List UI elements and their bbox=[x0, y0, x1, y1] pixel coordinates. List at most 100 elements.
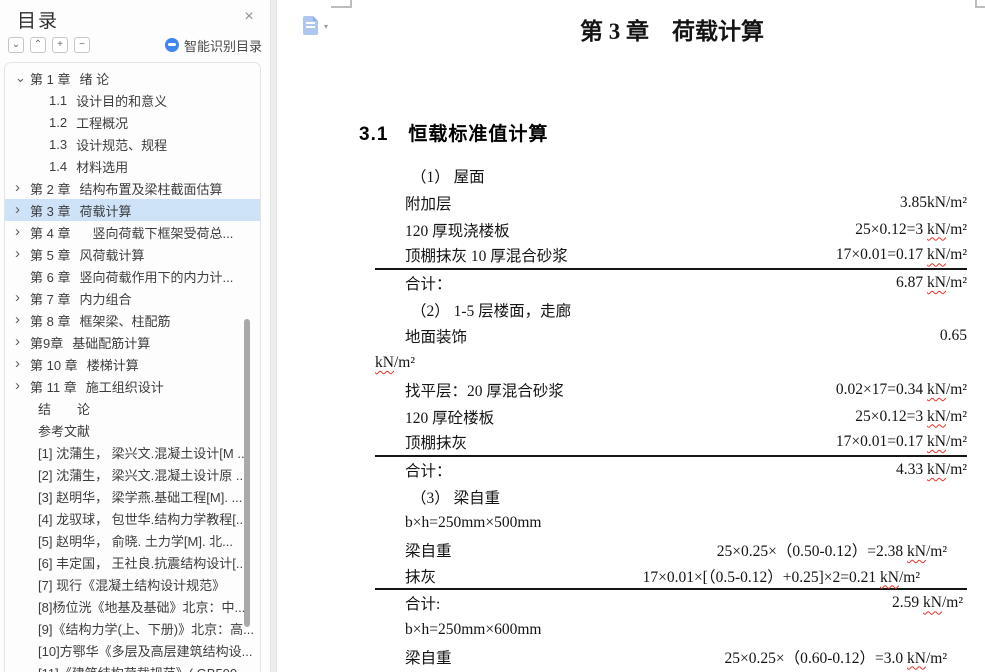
chevron-right-icon: › bbox=[15, 223, 20, 240]
toc-item[interactable]: ⌄ 第 1 章绪 论 bbox=[5, 67, 260, 89]
toc-item[interactable]: › 第 5 章风荷载计算 bbox=[5, 243, 260, 265]
toc-item[interactable]: › 第 7 章内力组合 bbox=[5, 287, 260, 309]
doc-line: 顶棚抹灰 10 厚混合砂浆 17×0.01=0.17 kN/m² bbox=[375, 243, 967, 270]
doc-line: 120 厚砼楼板 25×0.12=3 kN/m² bbox=[375, 403, 967, 430]
toc-item-number: 1.2 bbox=[49, 114, 68, 130]
toc-item-label: [5] 赵明华， 俞晓. 土力学[M]. 北... bbox=[38, 533, 234, 549]
toc-item[interactable]: 参考文献 bbox=[5, 419, 260, 441]
toc-item[interactable]: [4] 龙驭球， 包世华.结构力学教程[... bbox=[5, 507, 260, 529]
doc-line: 合计： 4.33 kN/m² bbox=[375, 457, 967, 484]
toc-item[interactable]: [3] 赵明华， 梁学燕.基础工程[M]. ... bbox=[5, 485, 260, 507]
toc-item-label: [4] 龙驭球， 包世华.结构力学教程[... bbox=[38, 511, 247, 527]
doc-line-value: 0.02×17=0.34 kN/m² bbox=[835, 380, 967, 398]
toc-toolbar: ⌄ ⌃ + − 智能识别目录 bbox=[8, 36, 262, 54]
doc-line-value: 25×0.25×（0.50-0.12）=2.38 kN/m² bbox=[716, 542, 947, 560]
toc-item-label: 框架梁、柱配筋 bbox=[79, 313, 171, 329]
doc-line: b×h=250mm×600mm bbox=[375, 617, 967, 644]
doc-line-label: 120 厚现浇楼板 bbox=[405, 222, 510, 240]
toc-item[interactable]: › 第 11 章施工组织设计 bbox=[5, 375, 260, 397]
toc-item[interactable]: › 第 2 章结构布置及梁柱截面估算 bbox=[5, 177, 260, 199]
toc-item[interactable]: [7] 现行《混凝土结构设计规范》 bbox=[5, 573, 260, 595]
toc-item[interactable]: 结 论 bbox=[5, 397, 260, 419]
toc-item[interactable]: [5] 赵明华， 俞晓. 土力学[M]. 北... bbox=[5, 529, 260, 551]
toc-item-label: 风荷载计算 bbox=[79, 247, 145, 263]
doc-line-value: 6.87 kN/m² bbox=[896, 274, 967, 292]
doc-line-label: 梁自重 bbox=[405, 649, 452, 667]
doc-line: 梁自重 25×0.25×（0.50-0.12）=2.38 kN/m² bbox=[375, 537, 967, 564]
toc-item[interactable]: [9]《结构力学(上、下册)》北京：高... bbox=[5, 617, 260, 639]
doc-line-value: 25×0.12=3 kN/m² bbox=[855, 220, 967, 238]
doc-line-label: 合计： bbox=[405, 462, 452, 480]
close-icon[interactable]: × bbox=[239, 7, 259, 27]
doc-line-label: b×h=250mm×600mm bbox=[405, 621, 542, 639]
section-heading: 3.1 恒载标准值计算 bbox=[359, 124, 549, 145]
toc-item[interactable]: [8]杨位洸《地基及基础》北京：中... bbox=[5, 595, 260, 617]
toc-item[interactable]: [1] 沈蒲生， 梁兴文.混凝土设计[M ... bbox=[5, 441, 260, 463]
toc-item[interactable]: 1.3 设计规范、规程 bbox=[5, 133, 260, 155]
doc-line-label: 120 厚砼楼板 bbox=[405, 409, 495, 427]
doc-line-value: 3.85kN/m² bbox=[899, 194, 967, 212]
sidebar-divider[interactable] bbox=[270, 0, 277, 672]
doc-line-label: 地面装饰 bbox=[405, 329, 468, 347]
collapse-all-button[interactable]: − bbox=[74, 37, 90, 53]
crop-mark-right-vertical bbox=[975, 0, 977, 8]
doc-line-value: 0.65 bbox=[939, 327, 967, 345]
doc-line-value: 25×0.25×（0.60-0.12）=3.0 kN/m² bbox=[724, 649, 947, 667]
doc-line-label: 合计: bbox=[405, 596, 441, 614]
toc-item[interactable]: [11]《建筑结构荷载规范》( GB500 bbox=[5, 661, 260, 672]
toc-item[interactable]: › 第 8 章框架梁、柱配筋 bbox=[5, 309, 260, 331]
toc-item-number: 第 1 章 bbox=[30, 71, 71, 87]
doc-line-label: 梁自重 bbox=[405, 542, 452, 560]
chevron-right-icon: › bbox=[15, 289, 20, 306]
toc-item[interactable]: [10]方鄂华《多层及高层建筑结构设... bbox=[5, 639, 260, 661]
toc-item[interactable]: 1.2 工程概况 bbox=[5, 111, 260, 133]
toc-item-label: [2] 沈蒲生， 梁兴文.混凝土设计原 ... bbox=[38, 467, 247, 483]
toc-item-label: 荷载计算 bbox=[79, 203, 132, 219]
toc-item[interactable]: › 第 10 章楼梯计算 bbox=[5, 353, 260, 375]
toc-item-number: 第 2 章 bbox=[30, 181, 71, 197]
doc-line-label: （3） 梁自重 bbox=[411, 489, 501, 507]
toc-item-number: 第 8 章 bbox=[30, 313, 71, 329]
doc-line: b×h=250mm×500mm bbox=[375, 510, 967, 537]
toc-item[interactable]: 1.1 设计目的和意义 bbox=[5, 89, 260, 111]
doc-line-value: 17×0.01×[（0.5-0.12）+0.25]×2=0.21 kN/m² bbox=[642, 568, 920, 586]
toc-item[interactable]: [2] 沈蒲生， 梁兴文.混凝土设计原 ... bbox=[5, 463, 260, 485]
page-view-tool-button[interactable]: ▾ bbox=[303, 16, 339, 38]
doc-line-label: 合计： bbox=[405, 276, 452, 294]
toc-item-number: 1.4 bbox=[49, 158, 68, 174]
toc-item-label: 基础配筋计算 bbox=[72, 335, 151, 351]
doc-lines: （1） 屋面 附加层 3.85kN/m² 120 厚现浇楼板 25×0.12=3 kN/… bbox=[375, 163, 967, 670]
chevron-right-icon: › bbox=[15, 179, 20, 196]
smart-toc-button[interactable]: 智能识别目录 bbox=[164, 36, 262, 55]
doc-line: 地面装饰 0.65 bbox=[375, 323, 967, 350]
toc-item-label: 竖向荷载作用下的内力计... bbox=[79, 269, 234, 285]
sidebar-scrollbar-thumb[interactable] bbox=[244, 319, 250, 627]
toc-item-label: 设计目的和意义 bbox=[76, 93, 168, 109]
doc-line: 附加层 3.85kN/m² bbox=[375, 190, 967, 217]
collapse-up-button[interactable]: ⌃ bbox=[30, 37, 46, 53]
crop-mark-left-horizontal bbox=[331, 6, 352, 8]
toc-item[interactable]: › 第 4 章 竖向荷载下框架受荷总... bbox=[5, 221, 260, 243]
doc-line: 梁自重 25×0.25×（0.60-0.12）=3.0 kN/m² bbox=[375, 643, 967, 670]
expand-all-button[interactable]: + bbox=[52, 37, 68, 53]
expand-down-button[interactable]: ⌄ bbox=[8, 37, 24, 53]
toc-list: ⌄ 第 1 章绪 论 1.1 设计目的和意义 1.2 工程概况 1.3 设计规范、规程 1.4 材… bbox=[5, 67, 260, 672]
toc-item[interactable]: [6] 丰定国， 王社良.抗震结构设计[... bbox=[5, 551, 260, 573]
toc-item[interactable]: 1.4 材料选用 bbox=[5, 155, 260, 177]
toc-item-label: 工程概况 bbox=[76, 115, 129, 131]
pdf-reader-window: 目录 × ⌄ ⌃ + − 智能识别目录 ⌄ 第 1 章绪 论 1.1 设计目的和意义 1.2 工… bbox=[0, 0, 985, 672]
crop-mark-left-vertical bbox=[350, 0, 352, 8]
smart-toc-label: 智能识别目录 bbox=[183, 38, 262, 54]
doc-line-label: b×h=250mm×500mm bbox=[405, 514, 542, 532]
toc-item[interactable]: 第 6 章竖向荷载作用下的内力计... bbox=[5, 265, 260, 287]
toc-item-label: 施工组织设计 bbox=[85, 379, 164, 395]
toc-item[interactable]: › 第 3 章荷载计算 bbox=[5, 199, 260, 221]
doc-line-label: 抹灰 bbox=[405, 568, 437, 586]
chevron-right-icon: › bbox=[15, 355, 20, 372]
document-pane: ▾ 第 3 章 荷载计算 3.1 恒载标准值计算 （1） 屋面 附加层 3.85kN… bbox=[277, 0, 985, 672]
doc-line-label: kN/m² bbox=[375, 354, 415, 372]
doc-line-value: 2.59 kN/m² bbox=[892, 594, 963, 612]
toc-item-label: 竖向荷载下框架受荷总... bbox=[79, 225, 234, 241]
doc-line-label: 顶棚抹灰 10 厚混合砂浆 bbox=[405, 248, 568, 266]
toc-item[interactable]: › 第9章 基础配筋计算 bbox=[5, 331, 260, 353]
